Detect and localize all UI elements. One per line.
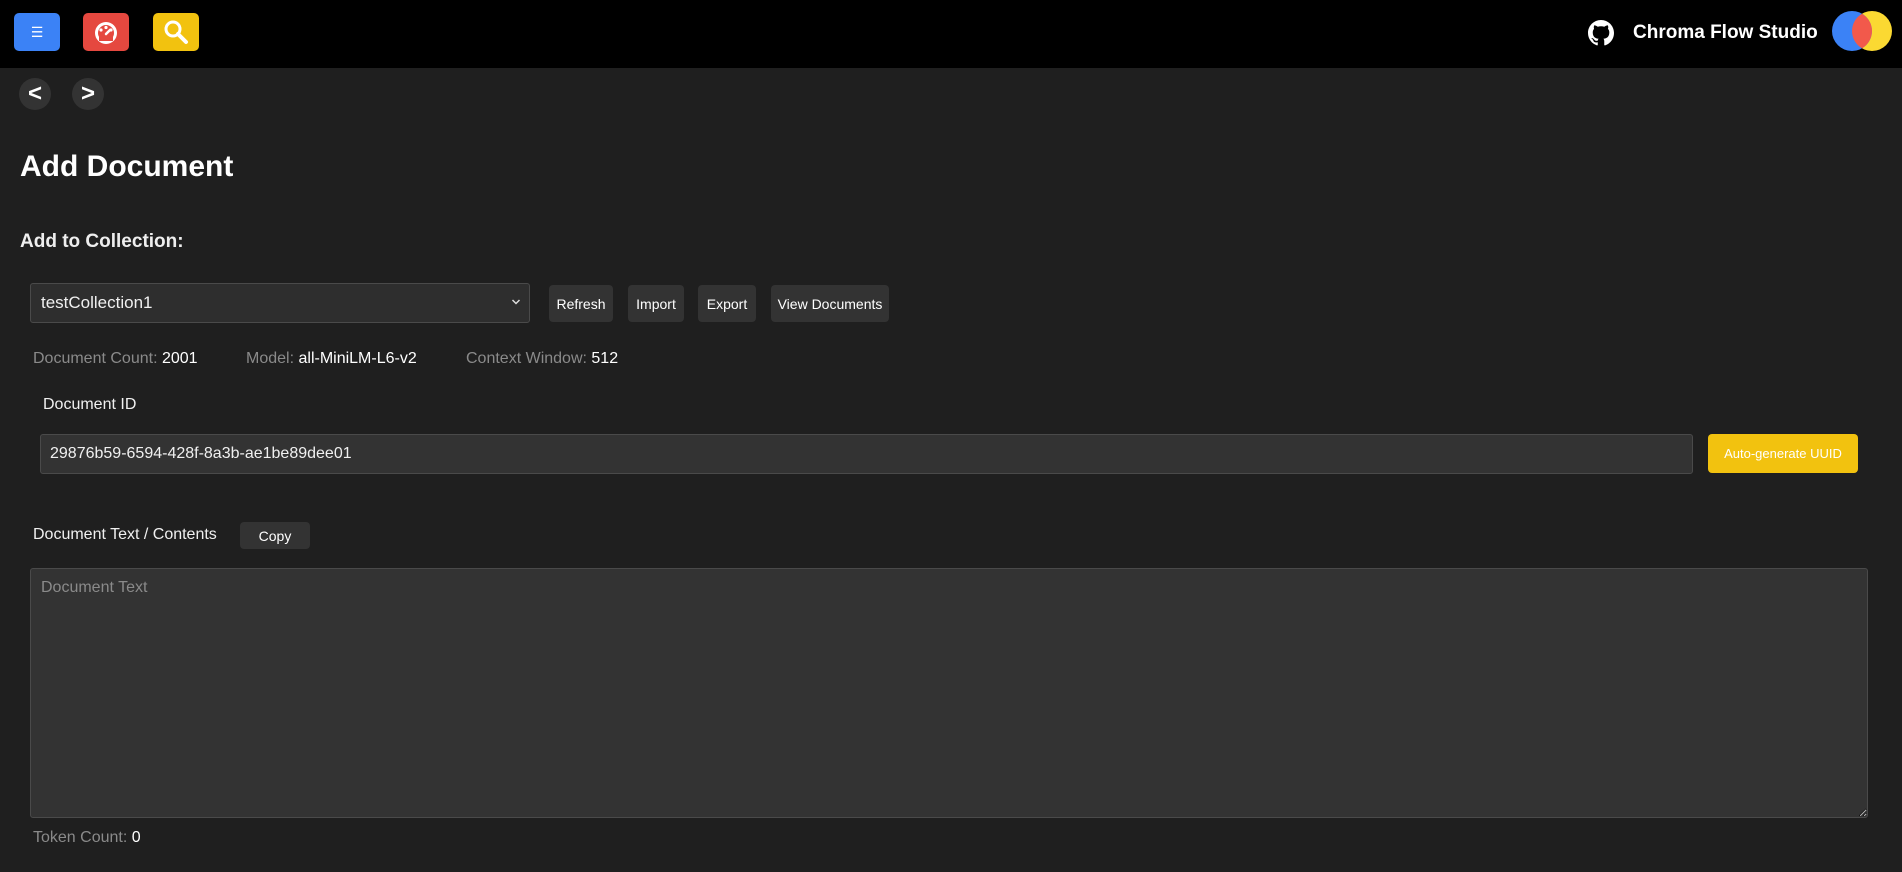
dashboard-gauge-icon xyxy=(95,22,117,44)
top-bar: ☰ Chroma Flow Studio xyxy=(0,0,1902,68)
hamburger-icon: ☰ xyxy=(30,23,44,40)
forward-arrow-icon: > xyxy=(80,80,95,107)
document-count-stat: Document Count: 2001 xyxy=(33,350,198,368)
search-button[interactable] xyxy=(153,13,199,51)
context-window-label: Context Window: xyxy=(466,350,587,367)
view-documents-button[interactable]: View Documents xyxy=(771,285,889,322)
brand-logo-icon xyxy=(1832,11,1892,51)
document-id-input[interactable] xyxy=(40,434,1693,474)
back-button[interactable]: < xyxy=(19,78,51,110)
collection-select-value: testCollection1 xyxy=(41,293,153,312)
document-text-label: Document Text / Contents xyxy=(33,526,217,543)
dashboard-button[interactable] xyxy=(83,13,129,51)
export-button[interactable]: Export xyxy=(698,285,756,322)
page-title: Add Document xyxy=(20,150,234,183)
document-count-label: Document Count: xyxy=(33,350,158,367)
copy-button[interactable]: Copy xyxy=(240,522,310,549)
token-count-value: 0 xyxy=(131,829,141,846)
chevron-down-icon xyxy=(511,299,521,305)
import-button[interactable]: Import xyxy=(628,285,684,322)
github-icon[interactable] xyxy=(1588,20,1614,46)
document-text-area[interactable] xyxy=(30,568,1868,818)
context-window-stat: Context Window: 512 xyxy=(466,350,618,368)
token-count-stat: Token Count: 0 xyxy=(33,829,141,847)
back-arrow-icon: < xyxy=(27,80,42,107)
token-count-label: Token Count: xyxy=(33,829,128,846)
brand-title: Chroma Flow Studio xyxy=(1633,22,1818,43)
refresh-button[interactable]: Refresh xyxy=(549,285,613,322)
document-id-label: Document ID xyxy=(43,396,137,413)
menu-button[interactable]: ☰ xyxy=(14,13,60,51)
collection-select[interactable]: testCollection1 xyxy=(30,283,530,323)
forward-button[interactable]: > xyxy=(72,78,104,110)
context-window-value: 512 xyxy=(591,350,619,367)
model-value: all-MiniLM-L6-v2 xyxy=(298,350,417,367)
model-stat: Model: all-MiniLM-L6-v2 xyxy=(246,350,417,368)
search-icon xyxy=(164,20,188,44)
collection-label: Add to Collection: xyxy=(20,231,184,252)
auto-generate-uuid-button[interactable]: Auto-generate UUID xyxy=(1708,434,1858,473)
model-label: Model: xyxy=(246,350,295,367)
document-count-value: 2001 xyxy=(161,350,198,367)
